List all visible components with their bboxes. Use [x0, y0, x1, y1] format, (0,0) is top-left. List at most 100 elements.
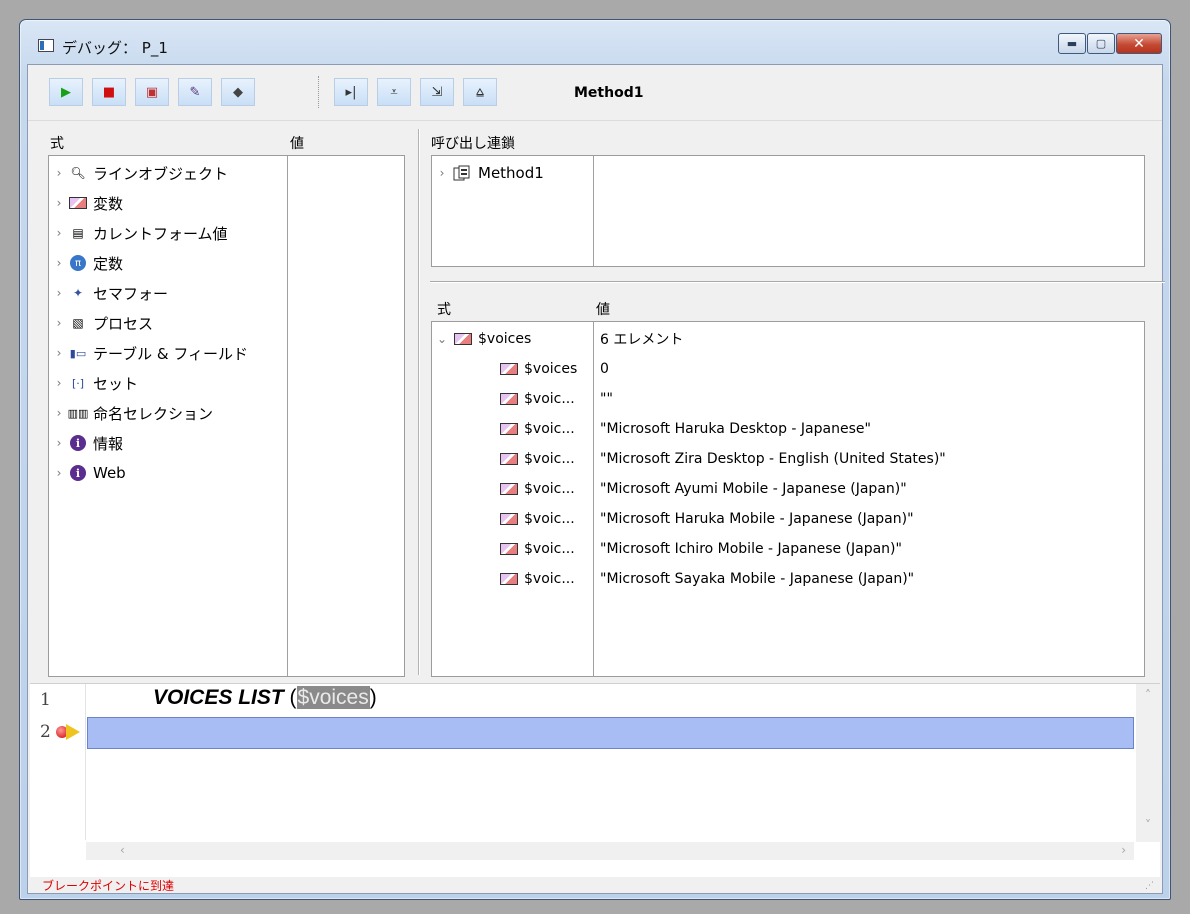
expressions-list[interactable]: › 🔍︎ ラインオブジェクト › 変数 › ▤ カレントフォーム値 › π 定数 › ✦ セマフォー › ▧ プ…	[48, 155, 405, 677]
expression-item[interactable]: › π 定数	[49, 248, 123, 278]
scroll-left-icon[interactable]: ‹	[120, 843, 125, 857]
status-bar: ブレークポイントに到達 ⋰	[30, 877, 1160, 893]
vertical-splitter[interactable]	[418, 129, 420, 675]
disable-breakpoint-icon: ◆	[233, 84, 243, 100]
watch-element-row[interactable]: $voic... "Microsoft Sayaka Mobile - Japan…	[432, 564, 1144, 594]
info-icon: i	[69, 465, 87, 481]
abort-and-edit-icon: ▣	[145, 84, 159, 100]
expression-item-label: 変数	[93, 194, 124, 213]
current-line-highlight	[87, 717, 1134, 749]
resize-grip-icon[interactable]: ⋰	[1145, 881, 1154, 891]
expression-item[interactable]: › ✦ セマフォー	[49, 278, 168, 308]
code-line-1[interactable]: VOICES LIST ($voices)	[153, 686, 377, 710]
vertical-scrollbar[interactable]: ˄ ˅	[1136, 684, 1160, 842]
chevron-right-icon[interactable]: ›	[49, 166, 69, 180]
watch-name: $voic...	[524, 451, 575, 467]
chevron-right-icon[interactable]: ›	[49, 346, 69, 360]
maximize-button[interactable]: ▢	[1087, 33, 1115, 54]
maximize-icon: ▢	[1095, 37, 1107, 50]
watch-element-row[interactable]: $voic... "Microsoft Ichiro Mobile - Japan…	[432, 534, 1144, 564]
column-divider	[593, 156, 594, 266]
code-paren-open: (	[283, 686, 297, 709]
magnifier-icon: 🔍︎	[70, 166, 86, 180]
watch-expr-header: 式	[437, 302, 451, 318]
scroll-right-icon[interactable]: ›	[1121, 843, 1126, 857]
chevron-right-icon[interactable]: ›	[49, 436, 69, 450]
process-icon: ▧	[72, 316, 84, 330]
watch-name: $voices	[478, 331, 532, 347]
variable-icon	[69, 196, 87, 210]
watch-value: "Microsoft Haruka Desktop - Japanese"	[600, 421, 871, 437]
watch-name: $voic...	[524, 421, 575, 437]
chevron-right-icon[interactable]: ›	[49, 196, 69, 210]
run-button[interactable]: ▶	[49, 78, 83, 106]
minimize-button[interactable]: ▬	[1058, 33, 1086, 54]
call-chain-item[interactable]: › Method1	[432, 158, 544, 188]
watch-list[interactable]: ⌄ $voices 6 エレメント $voices 0 $voic... "" $voic..…	[431, 321, 1145, 677]
set-icon: [·]	[71, 376, 85, 390]
scroll-down-icon[interactable]: ˅	[1136, 818, 1160, 832]
step-out-button[interactable]: ⩠	[463, 78, 497, 106]
step-over-button[interactable]: ▸|	[334, 78, 368, 106]
window-title: デバッグ： P_1	[62, 39, 168, 57]
watch-value-header: 値	[596, 302, 610, 318]
disable-breakpoint-button[interactable]: ◆	[221, 78, 255, 106]
chevron-right-icon[interactable]: ›	[49, 286, 69, 300]
step-into-button[interactable]: ⩡	[377, 78, 411, 106]
expression-item[interactable]: › [·] セット	[49, 368, 138, 398]
watch-name: $voic...	[524, 541, 575, 557]
chevron-right-icon[interactable]: ›	[49, 406, 69, 420]
expression-item[interactable]: › ▧ プロセス	[49, 308, 153, 338]
expression-item[interactable]: › i 情報	[49, 428, 123, 458]
toolbar: ▶ ■ ▣ ✎ ◆ ▸| ⩡ ⇲ ⩠ Method1	[28, 65, 1162, 121]
variable-icon	[500, 362, 518, 376]
expression-item[interactable]: › 🔍︎ ラインオブジェクト	[49, 158, 228, 188]
watch-element-row[interactable]: $voic... ""	[432, 384, 1144, 414]
watch-root-row[interactable]: ⌄ $voices 6 エレメント	[432, 324, 1144, 354]
chevron-down-icon[interactable]: ⌄	[432, 332, 452, 346]
scroll-up-icon[interactable]: ˄	[1136, 688, 1160, 702]
watch-element-row[interactable]: $voic... "Microsoft Ayumi Mobile - Japane…	[432, 474, 1144, 504]
line-number: 1	[40, 690, 51, 710]
expression-item[interactable]: › ▥▥ 命名セレクション	[49, 398, 213, 428]
code-editor[interactable]: 1 2 VOICES LIST ($voices) ‹ › ˄ ˅	[30, 683, 1160, 877]
watch-element-row[interactable]: $voic... "Microsoft Zira Desktop - Englis…	[432, 444, 1144, 474]
chevron-right-icon[interactable]: ›	[49, 256, 69, 270]
close-button[interactable]: ✕	[1116, 33, 1162, 54]
abort-and-edit-button[interactable]: ▣	[135, 78, 169, 106]
horizontal-scrollbar[interactable]: ‹ ›	[86, 842, 1134, 860]
expression-item[interactable]: › i Web	[49, 458, 126, 488]
watch-element-row[interactable]: $voic... "Microsoft Haruka Desktop - Japa…	[432, 414, 1144, 444]
watch-element-row[interactable]: $voices 0	[432, 354, 1144, 384]
step-into-process-button[interactable]: ⇲	[420, 78, 454, 106]
chevron-right-icon[interactable]: ›	[49, 316, 69, 330]
step-into-icon: ⩡	[390, 84, 398, 100]
chevron-right-icon[interactable]: ›	[49, 376, 69, 390]
run-icon: ▶	[61, 84, 71, 100]
abort-button[interactable]: ■	[92, 78, 126, 106]
watch-value: 0	[600, 361, 609, 377]
watch-value: ""	[600, 391, 613, 407]
watch-element-row[interactable]: $voic... "Microsoft Haruka Mobile - Japan…	[432, 504, 1144, 534]
toolbar-separator	[318, 76, 319, 108]
title-bar[interactable]: デバッグ： P_1 ▬ ▢ ✕	[20, 20, 1170, 58]
expression-item[interactable]: › ▮▭ テーブル & フィールド	[49, 338, 248, 368]
expression-item[interactable]: › ▤ カレントフォーム値	[49, 218, 228, 248]
expression-item-label: プロセス	[93, 314, 154, 333]
expression-item-label: Web	[93, 464, 126, 482]
watch-name: $voic...	[524, 511, 575, 527]
status-text: ブレークポイントに到達	[42, 879, 175, 893]
call-chain-list[interactable]: › Method1	[431, 155, 1145, 267]
line-gutter[interactable]: 1 2	[30, 684, 86, 840]
close-icon: ✕	[1133, 35, 1145, 52]
horizontal-splitter[interactable]	[430, 281, 1165, 283]
chevron-right-icon[interactable]: ›	[49, 466, 69, 480]
edit-icon: ✎	[189, 84, 201, 100]
chevron-right-icon[interactable]: ›	[49, 226, 69, 240]
expression-item-label: カレントフォーム値	[93, 224, 228, 243]
edit-button[interactable]: ✎	[178, 78, 212, 106]
debugger-window: デバッグ： P_1 ▬ ▢ ✕ ▶ ■ ▣ ✎ ◆ ▸| ⩡ ⇲ ⩠ Metho…	[19, 19, 1171, 900]
expression-item[interactable]: › 変数	[49, 188, 123, 218]
semaphore-icon: ✦	[72, 286, 84, 300]
method-icon	[452, 165, 472, 181]
